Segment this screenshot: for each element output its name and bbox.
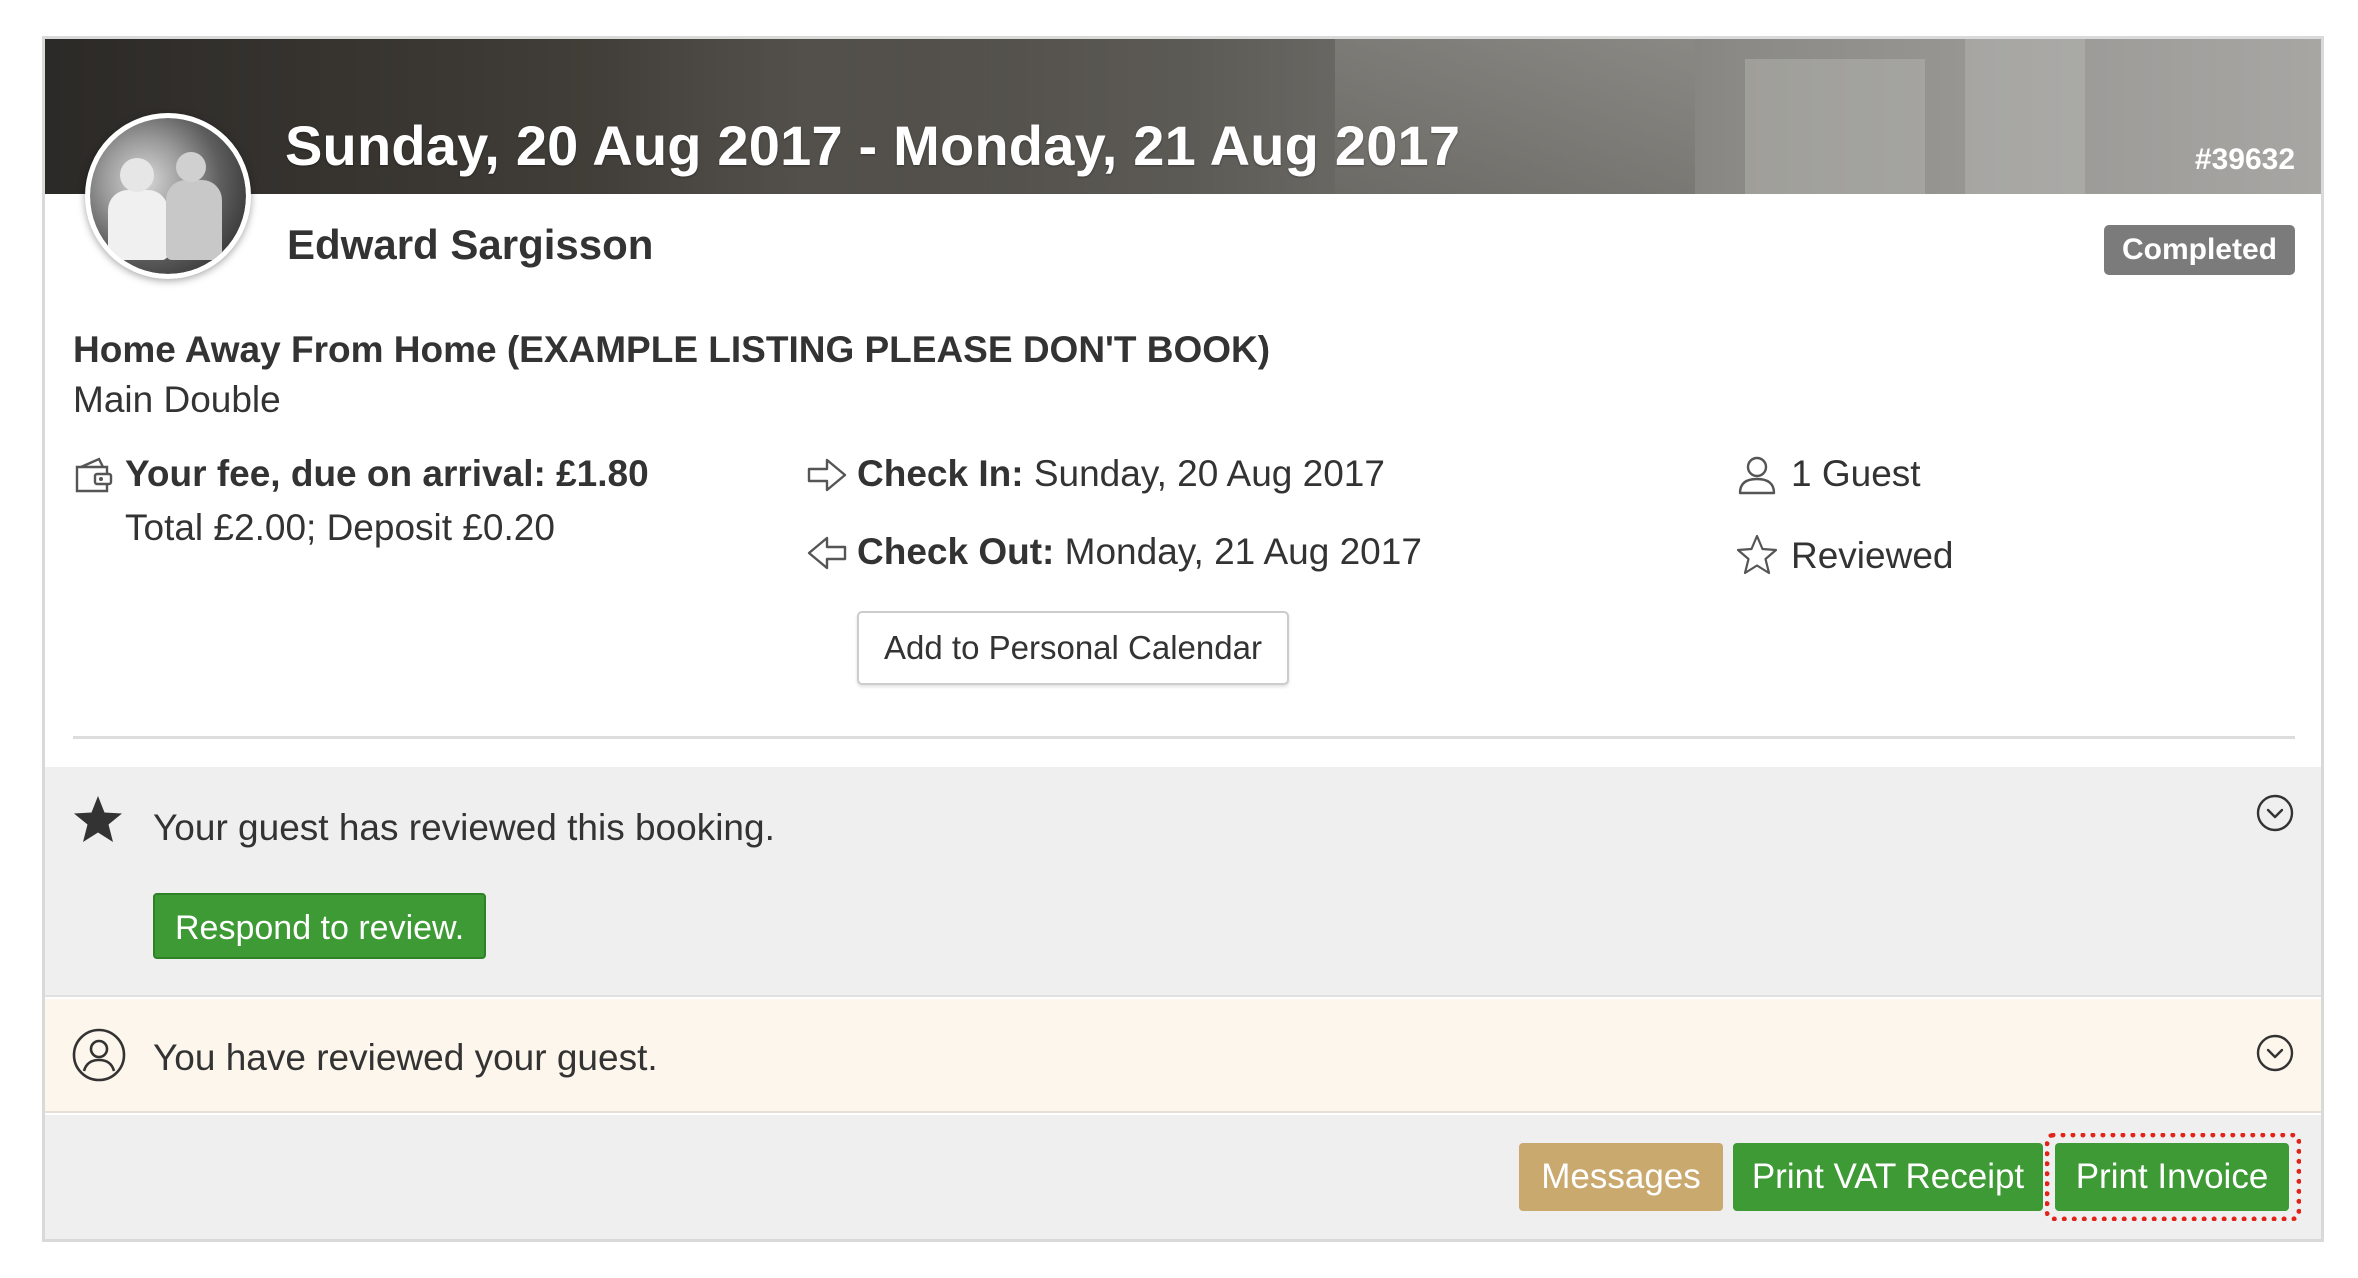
- wallet-icon: [75, 457, 113, 493]
- check-out-row: Check Out: Monday, 21 Aug 2017: [857, 531, 1422, 573]
- room-type: Main Double: [73, 379, 281, 420]
- guest-name[interactable]: Edward Sargisson: [287, 221, 653, 269]
- status-badge: Completed: [2103, 225, 2295, 275]
- user-circle-icon: [72, 1028, 126, 1082]
- action-footer: Messages Print VAT Receipt Print Invoice: [45, 1115, 2321, 1239]
- check-in-value: Sunday, 20 Aug 2017: [1033, 453, 1385, 494]
- fee-due-text: Your fee, due on arrival: £1.80: [125, 453, 649, 494]
- section-divider: [73, 736, 2295, 739]
- host-reviewed-text: You have reviewed your guest.: [153, 1037, 658, 1078]
- guest-avatar[interactable]: [85, 113, 251, 279]
- check-out-value: Monday, 21 Aug 2017: [1064, 531, 1422, 572]
- guest-review-panel: Your guest has reviewed this booking. Re…: [45, 767, 2321, 997]
- header-banner: Sunday, 20 Aug 2017 - Monday, 21 Aug 201…: [45, 39, 2321, 194]
- guest-count: 1 Guest: [1791, 453, 1921, 494]
- chevron-down-icon[interactable]: [2255, 793, 2295, 833]
- add-to-calendar-button[interactable]: Add to Personal Calendar: [857, 611, 1289, 685]
- host-review-panel: You have reviewed your guest.: [45, 999, 2321, 1113]
- booking-date-range: Sunday, 20 Aug 2017 - Monday, 21 Aug 201…: [285, 114, 1461, 177]
- guest-reviewed-text: Your guest has reviewed this booking.: [153, 807, 775, 848]
- check-in-row: Check In: Sunday, 20 Aug 2017: [857, 453, 1385, 495]
- booking-card: Sunday, 20 Aug 2017 - Monday, 21 Aug 201…: [42, 36, 2324, 1242]
- fee-totals: Total £2.00; Deposit £0.20: [125, 507, 555, 548]
- star-filled-icon: [74, 796, 122, 842]
- booking-id: #39632: [2194, 143, 2295, 176]
- print-invoice-button[interactable]: Print Invoice: [2055, 1143, 2289, 1211]
- print-vat-receipt-button[interactable]: Print VAT Receipt: [1733, 1143, 2043, 1211]
- messages-button[interactable]: Messages: [1519, 1143, 1723, 1211]
- respond-to-review-button[interactable]: Respond to review.: [153, 893, 487, 959]
- arrow-left-icon: [807, 536, 847, 570]
- listing-title[interactable]: Home Away From Home (EXAMPLE LISTING PLE…: [73, 329, 1270, 371]
- star-outline-icon: [1736, 534, 1778, 575]
- check-out-label: Check Out:: [857, 531, 1055, 572]
- user-icon: [1738, 456, 1776, 495]
- arrow-right-icon: [807, 458, 847, 492]
- check-in-label: Check In:: [857, 453, 1024, 494]
- review-state: Reviewed: [1791, 535, 1954, 576]
- chevron-down-icon[interactable]: [2255, 1033, 2295, 1073]
